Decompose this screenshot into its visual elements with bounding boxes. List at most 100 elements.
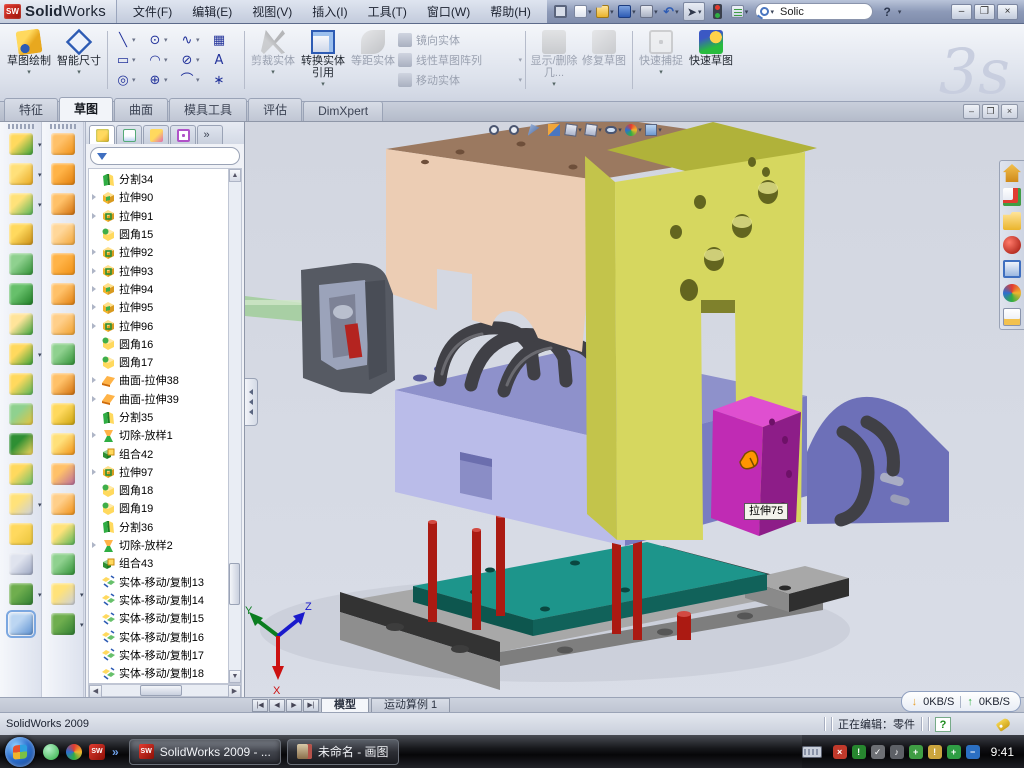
tree-item[interactable]: 实体-移动/复制13 bbox=[89, 573, 228, 591]
tree-item[interactable]: 曲面-拉伸38 bbox=[89, 371, 228, 389]
tree-horizontal-scrollbar[interactable]: ◀ ▶ bbox=[88, 684, 242, 697]
split2-icon[interactable] bbox=[9, 403, 33, 425]
expand-arrow-icon[interactable] bbox=[92, 396, 101, 402]
dropdown-caret-icon[interactable]: ▾ bbox=[38, 351, 42, 359]
smart-dimension-button[interactable]: 智能尺寸 ▾ bbox=[54, 27, 104, 93]
menu-item[interactable]: 窗口(W) bbox=[417, 1, 480, 22]
curve-icon[interactable]: ▾ bbox=[9, 583, 33, 605]
undo-button[interactable]: ↶▾ bbox=[661, 3, 681, 21]
surface-knit-icon[interactable] bbox=[51, 433, 75, 455]
convert-entities-button[interactable]: 转换实体引用 ▾ bbox=[298, 27, 348, 93]
rapid-sketch-button[interactable]: 快速草图 bbox=[686, 27, 736, 93]
toolbar-drag-handle[interactable] bbox=[8, 124, 34, 129]
wizard-hole-icon[interactable] bbox=[9, 313, 33, 335]
appearance-icon[interactable]: ▾ bbox=[625, 122, 642, 138]
view-orientation-icon[interactable]: ▾ bbox=[565, 122, 582, 138]
home-icon[interactable] bbox=[1003, 164, 1021, 182]
scene-icon[interactable]: ▾ bbox=[645, 122, 662, 138]
dropdown-caret-icon[interactable]: ▾ bbox=[38, 201, 42, 209]
zoom-fit-icon[interactable] bbox=[485, 122, 502, 138]
surface-revolve-icon[interactable] bbox=[51, 163, 75, 185]
open-button[interactable]: ▾ bbox=[595, 3, 615, 21]
tree-item[interactable]: 实体-移动/复制17 bbox=[89, 646, 228, 664]
keyboard-layout-icon[interactable] bbox=[802, 746, 822, 758]
dropdown-caret-icon[interactable]: ▾ bbox=[164, 56, 168, 64]
rebuild-button[interactable] bbox=[707, 3, 727, 21]
menu-item[interactable]: 插入(I) bbox=[302, 1, 357, 22]
tree-item[interactable]: 分割36 bbox=[89, 518, 228, 536]
propertymanager-tab[interactable] bbox=[116, 125, 142, 144]
tab-曲面[interactable]: 曲面 bbox=[114, 98, 168, 121]
tree-item[interactable]: 分割34 bbox=[89, 170, 228, 188]
dropdown-caret-icon[interactable]: ▾ bbox=[196, 36, 200, 44]
quick-snaps-button[interactable]: 快速捕捉 ▾ bbox=[636, 27, 686, 93]
select-tool-button[interactable]: ➤▾ bbox=[683, 2, 706, 21]
tree-item[interactable]: 圆角16 bbox=[89, 335, 228, 353]
dropdown-caret-icon[interactable]: ▾ bbox=[38, 591, 42, 599]
tab-草图[interactable]: 草图 bbox=[59, 97, 113, 121]
explorer-icon[interactable] bbox=[1003, 236, 1021, 254]
dropdown-caret-icon[interactable]: ▾ bbox=[321, 80, 325, 88]
tree-item[interactable]: 拉伸90 bbox=[89, 188, 228, 206]
taskbar-button[interactable]: 未命名 - 画图 bbox=[287, 739, 399, 765]
extruded-cut-icon[interactable]: ▾ bbox=[9, 163, 33, 185]
tab-scroll-button-2[interactable]: ▶ bbox=[286, 699, 302, 712]
arc-tool-icon[interactable]: ◠▾ bbox=[145, 52, 175, 69]
close-button[interactable]: × bbox=[997, 4, 1018, 20]
search-input[interactable]: ▾ Solic bbox=[755, 3, 873, 20]
properties-icon[interactable] bbox=[1003, 308, 1021, 326]
dropdown-caret-icon[interactable]: ▾ bbox=[27, 68, 31, 76]
repair-sketch-button[interactable]: 修复草图 bbox=[579, 27, 629, 93]
split-books-icon[interactable] bbox=[9, 373, 33, 395]
viewport-canvas[interactable]: Y Z X bbox=[245, 122, 1024, 697]
tree-item[interactable]: 组合43 bbox=[89, 554, 228, 572]
dropdown-caret-icon[interactable]: ▾ bbox=[132, 76, 136, 84]
hide-show-icon[interactable]: ▾ bbox=[605, 122, 622, 138]
section-view-icon[interactable] bbox=[545, 122, 562, 138]
help-button[interactable]: ? bbox=[879, 5, 894, 19]
tree-item[interactable]: 拉伸97 bbox=[89, 463, 228, 481]
point-tool-icon[interactable]: ∗ bbox=[209, 72, 239, 89]
dropdown-caret-icon[interactable]: ▾ bbox=[578, 126, 582, 134]
line-tool-icon[interactable]: ╲▾ bbox=[113, 32, 143, 49]
slot-tool-icon[interactable]: ◎▾ bbox=[113, 72, 143, 89]
tab-评估[interactable]: 评估 bbox=[248, 98, 302, 121]
featuremanager-tab[interactable] bbox=[89, 125, 115, 144]
access-denied-icon[interactable]: − bbox=[966, 745, 980, 759]
tree-filter-input[interactable] bbox=[90, 147, 240, 165]
dimxpertmanager-tab[interactable] bbox=[170, 125, 196, 144]
dropdown-caret-icon[interactable]: ▾ bbox=[196, 76, 200, 84]
panel-splitter-handle[interactable] bbox=[245, 378, 258, 426]
scroll-down-button[interactable]: ▼ bbox=[229, 670, 241, 683]
dropdown-caret-icon[interactable]: ▾ bbox=[80, 591, 84, 599]
media-icon[interactable] bbox=[66, 744, 82, 760]
tree-item[interactable]: 拉伸93 bbox=[89, 261, 228, 279]
tree-item[interactable]: 分割35 bbox=[89, 408, 228, 426]
tag-icon[interactable] bbox=[996, 717, 1012, 732]
tab-特征[interactable]: 特征 bbox=[4, 98, 58, 121]
graphics-viewport[interactable]: Y Z X ▾▾▾▾▾ 拉伸75 ↓ 0KB/S ↑ 0KB/S bbox=[245, 122, 1024, 712]
trim-entities-button[interactable]: 剪裁实体 ▾ bbox=[248, 27, 298, 93]
surface-point-icon[interactable]: ▾ bbox=[51, 583, 75, 605]
chamfer-icon[interactable] bbox=[9, 223, 33, 245]
tree-item[interactable]: 拉伸91 bbox=[89, 207, 228, 225]
surface-extrude-icon[interactable] bbox=[51, 133, 75, 155]
spline-tool-icon[interactable]: ∿▾ bbox=[177, 32, 207, 49]
tree-item[interactable]: 拉伸95 bbox=[89, 298, 228, 316]
expand-arrow-icon[interactable] bbox=[92, 304, 101, 310]
reference-point-icon[interactable]: ▾ bbox=[9, 493, 33, 515]
options-button[interactable]: ▾ bbox=[729, 3, 749, 21]
tree-item[interactable]: 切除-放样2 bbox=[89, 536, 228, 554]
dropdown-caret-icon[interactable]: ▾ bbox=[132, 36, 136, 44]
menu-item[interactable]: 文件(F) bbox=[123, 1, 182, 22]
panel-overflow[interactable]: » bbox=[197, 125, 223, 144]
sketch-pattern-icon[interactable]: ▦ bbox=[209, 32, 239, 49]
messenger-icon[interactable] bbox=[43, 744, 59, 760]
surface-flat-icon[interactable] bbox=[51, 313, 75, 335]
quick-tip-button[interactable]: ? bbox=[935, 717, 951, 732]
tab-scroll-button-3[interactable]: ▶| bbox=[303, 699, 319, 712]
zoom-area-icon[interactable] bbox=[505, 122, 522, 138]
tab-motion-study[interactable]: 运动算例 1 bbox=[371, 698, 450, 712]
dropdown-caret-icon[interactable]: ▾ bbox=[38, 171, 42, 179]
search-caret-icon[interactable]: ▾ bbox=[770, 8, 774, 16]
